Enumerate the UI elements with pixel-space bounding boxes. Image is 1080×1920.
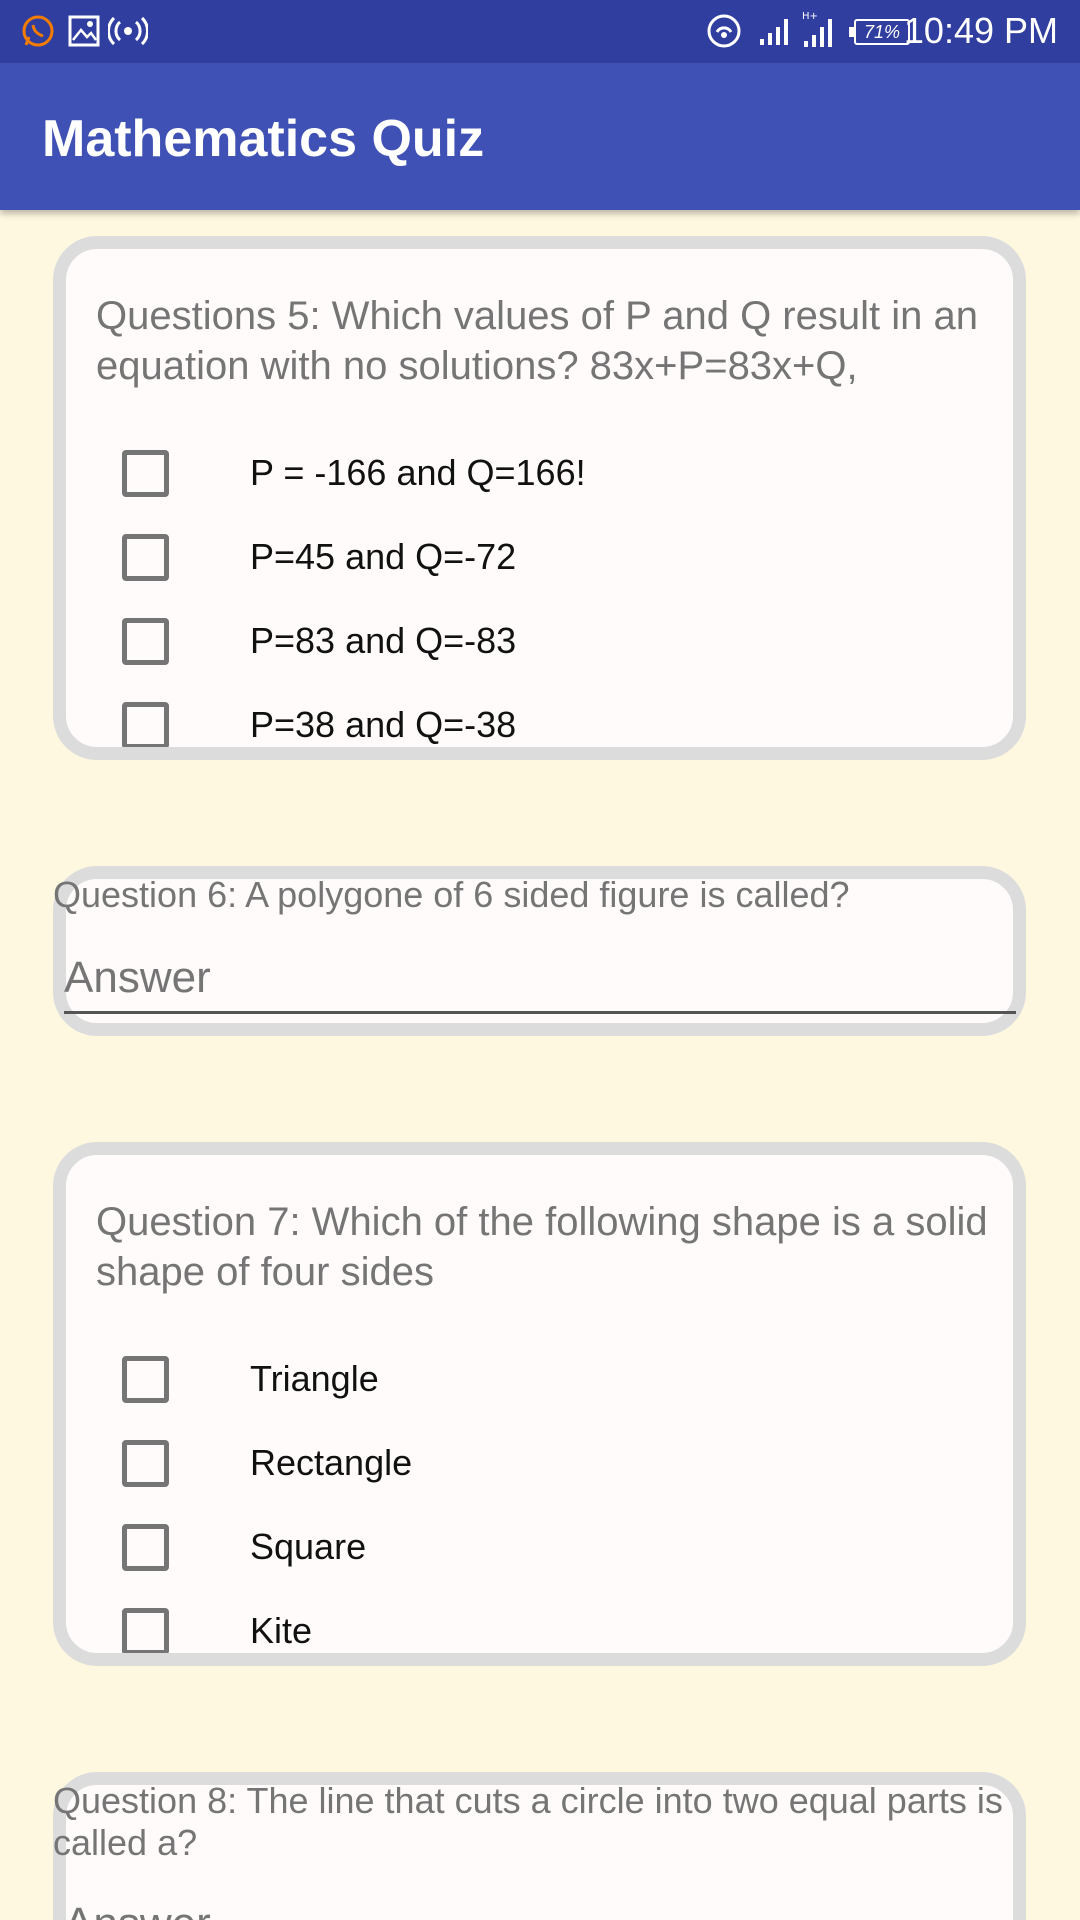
option-checkbox[interactable]: P=45 and Q=-72 — [122, 527, 922, 587]
option-label: Square — [250, 1526, 367, 1567]
question-card-5: Questions 5: Which values of P and Q res… — [53, 236, 1026, 760]
checkbox-icon[interactable] — [122, 1523, 169, 1571]
option-label: P=83 and Q=-83 — [250, 620, 517, 661]
option-checkbox[interactable]: P = -166 and Q=166! — [122, 443, 922, 503]
clock: 10:49 PM — [903, 10, 1058, 51]
option-label: P=45 and Q=-72 — [250, 536, 517, 577]
option-label: Rectangle — [250, 1442, 413, 1483]
svg-text:H+: H+ — [802, 11, 818, 22]
hotspot-icon — [108, 12, 148, 50]
checkbox-icon[interactable] — [122, 1439, 169, 1487]
question-card-7: Question 7: Which of the following shape… — [53, 1142, 1026, 1666]
answer-input[interactable] — [64, 1890, 1016, 1920]
battery-icon: 71% — [849, 19, 910, 45]
app-bar: Mathematics Quiz — [0, 63, 1080, 210]
option-checkbox[interactable]: Triangle — [122, 1349, 922, 1409]
option-label: Triangle — [250, 1358, 379, 1399]
image-icon — [68, 12, 100, 50]
checkbox-icon[interactable] — [122, 533, 169, 581]
whatsapp-icon — [20, 12, 56, 50]
app-title: Mathematics Quiz — [42, 110, 485, 168]
checkbox-icon[interactable] — [122, 617, 169, 665]
status-bar: H+ 71% 10:49 PM — [0, 0, 1080, 63]
signal-icon — [758, 12, 790, 50]
option-label: Kite — [250, 1610, 313, 1651]
checkbox-icon[interactable] — [122, 449, 169, 497]
option-checkbox[interactable]: Kite — [122, 1601, 922, 1653]
checkbox-icon[interactable] — [122, 1607, 169, 1653]
question-text: Question 8: The line that cuts a circle … — [53, 1780, 1003, 1863]
signal-4g-icon: H+ — [800, 10, 842, 48]
answer-input[interactable] — [64, 944, 1016, 1014]
option-checkbox[interactable]: Rectangle — [122, 1433, 922, 1493]
option-checkbox[interactable]: P=38 and Q=-38 — [122, 695, 922, 747]
option-label: P = -166 and Q=166! — [250, 452, 586, 493]
question-text: Question 7: Which of the following shape… — [96, 1200, 988, 1294]
option-checkbox[interactable]: Square — [122, 1517, 922, 1577]
wifi-icon — [706, 12, 742, 50]
checkbox-icon[interactable] — [122, 701, 169, 747]
option-checkbox[interactable]: P=83 and Q=-83 — [122, 611, 922, 671]
question-text: Question 6: A polygone of 6 sided figure… — [53, 874, 850, 915]
question-text: Questions 5: Which values of P and Q res… — [96, 294, 978, 388]
option-label: P=38 and Q=-38 — [250, 704, 517, 745]
checkbox-icon[interactable] — [122, 1355, 169, 1403]
